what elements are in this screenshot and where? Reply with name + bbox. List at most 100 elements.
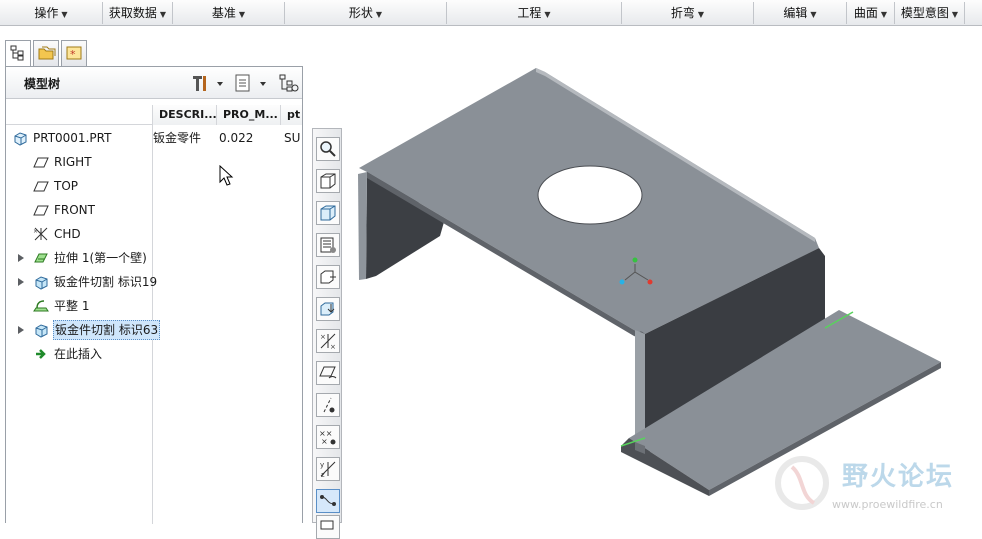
- points-toggle[interactable]: ×× ×: [316, 425, 340, 449]
- model-tree-panel: 模型树 DESCRI... PRO_M... pt PRT0001.PRT 钣金…: [5, 66, 303, 524]
- coordinate-system-icon: ×: [33, 227, 48, 241]
- tree-filter-button[interactable]: [278, 72, 300, 94]
- tab-folder-browser[interactable]: [33, 40, 59, 66]
- menu-label: 获取数据: [108, 6, 157, 20]
- view-toolbar: × × ×× × y z: [312, 128, 342, 539]
- more-tools-button[interactable]: [316, 515, 340, 539]
- cell-pro-material: 0.022: [219, 131, 254, 145]
- triad-x-dot: [619, 279, 625, 285]
- point-display-icon: ×× ×: [319, 429, 336, 446]
- svg-text:×: ×: [321, 437, 328, 446]
- tree-item-label: CHD: [54, 227, 81, 241]
- tree-item-label: RIGHT: [54, 155, 92, 169]
- csys-display-icon: y z: [320, 461, 336, 478]
- chevron-down-icon: ▼: [159, 10, 167, 19]
- datum-plane-icon: [33, 205, 49, 216]
- orient-cube-icon: [320, 270, 336, 284]
- expand-arrow-icon[interactable]: [18, 326, 24, 334]
- tab-model-tree[interactable]: [5, 40, 31, 68]
- cell-pt: SU: [284, 131, 301, 145]
- menu-datum[interactable]: 基准 ▼: [173, 2, 285, 24]
- expand-arrow-icon[interactable]: [18, 278, 24, 286]
- axes-toggle[interactable]: [316, 393, 340, 417]
- chevron-down-icon: ▼: [880, 10, 888, 19]
- menu-label: 模型意图: [900, 6, 949, 20]
- svg-text:×: ×: [320, 333, 326, 341]
- tree-item-insert-here[interactable]: 在此插入: [6, 343, 302, 365]
- sheetmetal-model: [358, 68, 941, 496]
- chevron-down-icon: ▼: [544, 10, 551, 19]
- settings-dropdown[interactable]: [190, 72, 230, 94]
- repaint-button[interactable]: [316, 297, 340, 321]
- tree-item-front[interactable]: FRONT: [6, 199, 302, 221]
- tree-item-label: FRONT: [54, 203, 95, 217]
- datum-plane-icon: [33, 157, 49, 168]
- menu-label: 工程: [517, 6, 542, 20]
- menu-surface[interactable]: 曲面 ▼: [847, 2, 895, 24]
- saved-views-button[interactable]: [316, 201, 340, 225]
- menu-label: 编辑: [783, 6, 808, 20]
- column-description[interactable]: DESCRI...: [152, 105, 216, 125]
- chevron-down-icon: ▼: [951, 10, 959, 19]
- expand-arrow-icon[interactable]: [18, 254, 24, 262]
- zoom-icon: [320, 141, 336, 157]
- menu-label: 曲面: [853, 6, 878, 20]
- csys-toggle[interactable]: y z: [316, 457, 340, 481]
- menu-get-data[interactable]: 获取数据 ▼: [103, 2, 173, 24]
- left-wall-edge: [358, 172, 367, 280]
- show-dropdown[interactable]: [234, 72, 274, 94]
- tree-item-label: 平整 1: [54, 299, 90, 313]
- sheetmetal-cut-icon: [35, 324, 48, 338]
- tree-item-right[interactable]: RIGHT: [6, 151, 302, 173]
- shaded-cube-icon: [320, 173, 336, 189]
- tree-item-part[interactable]: PRT0001.PRT 钣金零件 0.022 SU: [6, 127, 302, 149]
- zoom-button[interactable]: [316, 137, 340, 161]
- menu-model-intent[interactable]: 模型意图 ▼: [895, 2, 965, 24]
- tree-item-label: 钣金件切割 标识63: [53, 320, 161, 340]
- menu-shape[interactable]: 形状 ▼: [285, 2, 447, 24]
- menu-engineering[interactable]: 工程 ▼: [447, 2, 622, 24]
- tab-favorites[interactable]: *: [61, 40, 87, 66]
- orient-button[interactable]: [316, 265, 340, 289]
- cell-description: 钣金零件: [153, 131, 202, 145]
- mouse-cursor-icon: [219, 165, 234, 186]
- tree-item-cut-63[interactable]: 钣金件切割 标识63: [6, 319, 302, 341]
- menu-operation[interactable]: 操作 ▼: [0, 2, 103, 24]
- spin-center-button[interactable]: × ×: [316, 329, 340, 353]
- tree-item-flat[interactable]: 平整 1: [6, 295, 302, 317]
- chevron-down-icon: ▼: [697, 10, 705, 19]
- svg-text:×: ×: [330, 343, 336, 350]
- layers-button[interactable]: [316, 233, 340, 257]
- tree-item-label: PRT0001.PRT: [33, 131, 112, 145]
- datum-planes-toggle[interactable]: [316, 361, 340, 385]
- tree-item-cut-19[interactable]: 钣金件切割 标识19: [6, 271, 302, 293]
- triad-z-dot: [647, 279, 653, 285]
- display-style-button[interactable]: [316, 169, 340, 193]
- folder-browser-tab-icon: [38, 46, 56, 60]
- round-hole: [537, 165, 643, 225]
- menu-label: 形状: [348, 6, 373, 20]
- column-pro-material[interactable]: PRO_M...: [216, 105, 280, 125]
- tree-item-label: TOP: [54, 179, 79, 193]
- tree-item-label: 钣金件切割 标识19: [54, 275, 158, 289]
- insert-here-icon: [36, 349, 46, 359]
- tools-icon: [193, 76, 223, 91]
- tree-column-headers: DESCRI... PRO_M... pt: [6, 105, 302, 125]
- datum-plane-icon: [33, 181, 49, 192]
- plane-display-icon: [319, 366, 337, 379]
- annotation-icon: [320, 495, 336, 506]
- svg-text:z: z: [321, 471, 325, 478]
- spin-center-icon: × ×: [320, 333, 336, 350]
- tree-item-extrude[interactable]: 拉伸 1(第一个壁): [6, 247, 302, 269]
- annotation-toggle[interactable]: [316, 489, 340, 513]
- menu-bend[interactable]: 折弯 ▼: [622, 2, 754, 24]
- menu-edit[interactable]: 编辑 ▼: [754, 2, 847, 24]
- tree-item-csys[interactable]: × CHD: [6, 223, 302, 245]
- repaint-icon: [320, 302, 335, 316]
- column-pt[interactable]: pt: [280, 105, 302, 125]
- menu-label: 基准: [211, 6, 236, 20]
- panel-title: 模型树: [24, 77, 61, 91]
- tree-item-label: 拉伸 1(第一个壁): [54, 251, 147, 265]
- tree-item-top[interactable]: TOP: [6, 175, 302, 197]
- graphics-viewport[interactable]: [345, 26, 982, 523]
